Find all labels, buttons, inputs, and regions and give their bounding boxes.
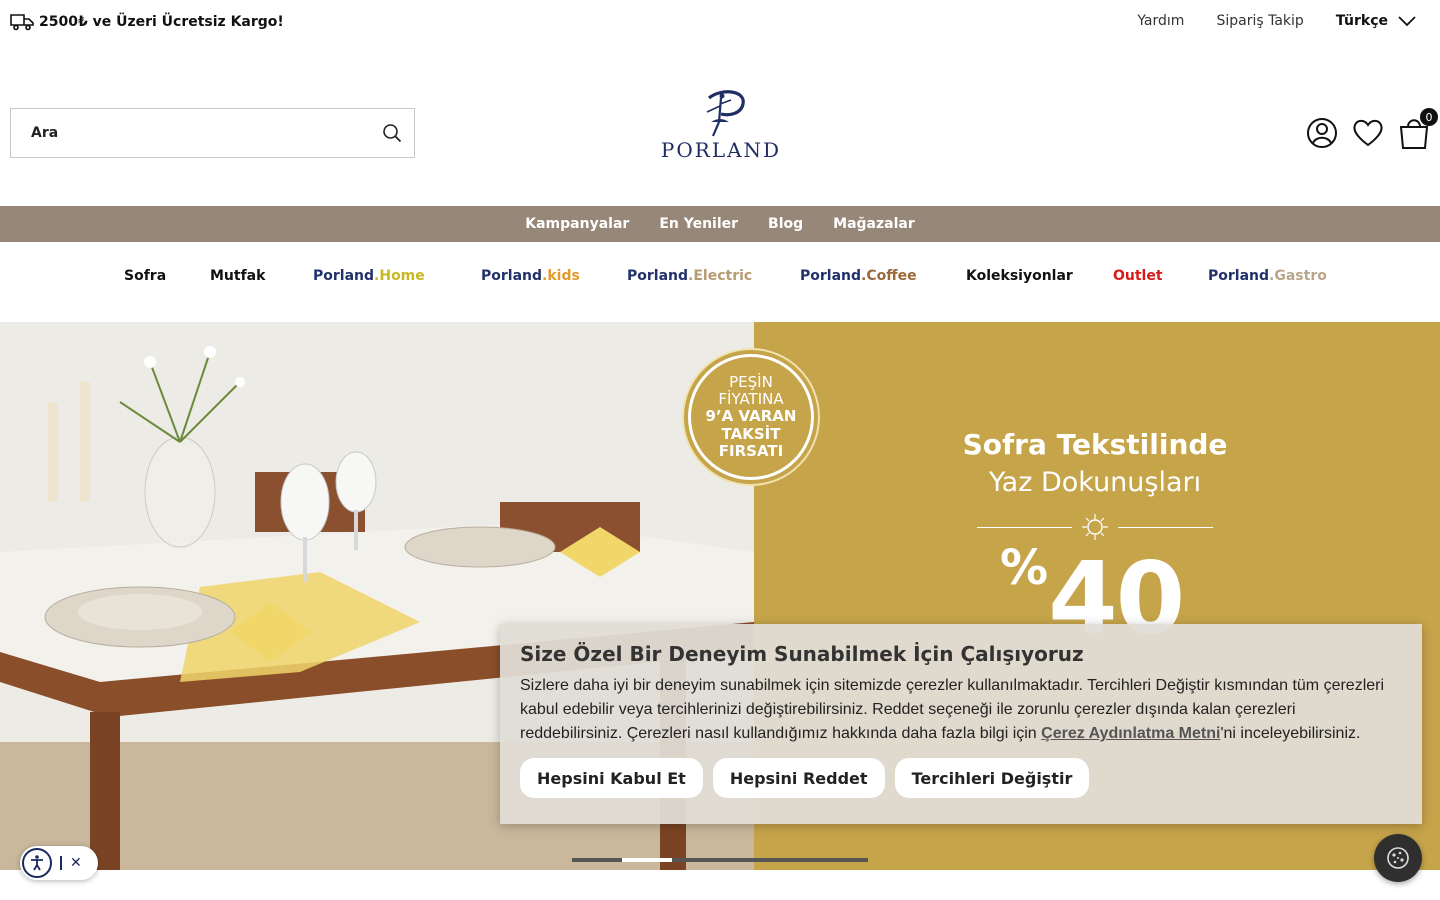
carousel-active-indicator: [622, 858, 672, 862]
nav-blog[interactable]: Blog: [768, 216, 803, 232]
installment-badge: PEŞİN FİYATINA 9’A VARAN TAKSİT FIRSATI: [688, 354, 814, 480]
category-koleksiyonlar[interactable]: Koleksiyonlar: [966, 268, 1073, 284]
accept-all-button[interactable]: Hepsini Kabul Et: [520, 758, 703, 798]
cookie-body-text-end: 'ni inceleyebilirsiniz.: [1220, 725, 1361, 742]
brand-suffix: .Home: [374, 268, 425, 284]
help-link[interactable]: Yardım: [1137, 13, 1184, 29]
brand-name: Porland: [627, 268, 689, 284]
accessibility-widget[interactable]: ✕: [20, 846, 98, 880]
percent-sign: %: [1000, 540, 1049, 596]
category-nav: Sofra Mutfak Porland.Home Porland.kids P…: [0, 256, 1440, 296]
change-preferences-button[interactable]: Tercihleri Değiştir: [894, 758, 1090, 798]
cookie-body: Sizlere daha iyi bir deneyim sunabilmek …: [520, 674, 1402, 746]
brand-suffix: .Coffee: [861, 268, 917, 284]
cookie-settings-button[interactable]: [1374, 834, 1422, 882]
secondary-nav: Kampanyalar En Yeniler Blog Mağazalar: [0, 206, 1440, 242]
badge-line: FIRSATI: [718, 441, 784, 460]
user-icon: [1307, 118, 1337, 148]
divider: [960, 512, 1230, 542]
category-porland-home[interactable]: Porland.Home: [313, 268, 425, 284]
language-label: Türkçe: [1335, 13, 1388, 29]
ballerina-logo-icon: [706, 90, 745, 137]
brand-name: Porland: [481, 268, 543, 284]
carousel-progress[interactable]: [572, 858, 868, 862]
cart-button[interactable]: 0: [1398, 108, 1438, 150]
cart-count-badge: 0: [1420, 108, 1438, 126]
category-porland-kids[interactable]: Porland.kids: [481, 268, 580, 284]
category-sofra[interactable]: Sofra: [124, 268, 166, 284]
nav-new-arrivals[interactable]: En Yeniler: [659, 216, 738, 232]
search-input[interactable]: [31, 125, 382, 141]
porland-logo[interactable]: PORLAND: [650, 88, 792, 168]
brand-name: Porland: [1208, 268, 1270, 284]
order-tracking-link[interactable]: Sipariş Takip: [1216, 13, 1303, 29]
top-bar: 2500₺ ve Üzeri Ücretsiz Kargo! Yardım Si…: [0, 0, 1440, 44]
cookie-icon: [1387, 847, 1409, 869]
badge-line: 9’A VARAN: [705, 407, 797, 426]
close-icon[interactable]: ✕: [70, 855, 82, 871]
category-outlet[interactable]: Outlet: [1113, 268, 1163, 284]
language-selector[interactable]: Türkçe: [1336, 13, 1416, 29]
free-shipping-notice: 2500₺ ve Üzeri Ücretsiz Kargo!: [10, 13, 284, 31]
chevron-down-icon: [1398, 16, 1416, 27]
category-porland-coffee[interactable]: Porland.Coffee: [800, 268, 917, 284]
promo-text: Sofra Tekstilinde Yaz Dokunuşları: [960, 428, 1230, 542]
sun-icon: [1082, 514, 1108, 540]
promo-title: Sofra Tekstilinde: [962, 428, 1228, 461]
cookie-policy-link[interactable]: Çerez Aydınlatma Metni: [1041, 725, 1220, 742]
cookie-title: Size Özel Bir Deneyim Sunabilmek İçin Ça…: [520, 642, 1084, 666]
logo-wordmark: PORLAND: [660, 138, 782, 162]
cookie-consent-dialog: Size Özel Bir Deneyim Sunabilmek İçin Ça…: [500, 624, 1422, 824]
brand-suffix: .Gastro: [1269, 268, 1327, 284]
brand-suffix: .Electric: [688, 268, 753, 284]
category-porland-gastro[interactable]: Porland.Gastro: [1208, 268, 1327, 284]
badge-line: TAKSİT: [721, 424, 781, 443]
reject-all-button[interactable]: Hepsini Reddet: [712, 758, 885, 798]
wishlist-button[interactable]: [1352, 116, 1384, 150]
brand-suffix: .kids: [542, 268, 580, 284]
search-box[interactable]: [10, 108, 415, 158]
account-button[interactable]: [1306, 116, 1338, 150]
free-shipping-text: 2500₺ ve Üzeri Ücretsiz Kargo!: [39, 14, 284, 30]
accessibility-icon[interactable]: [22, 848, 52, 878]
truck-icon: [10, 14, 34, 31]
heart-icon: [1353, 119, 1383, 147]
badge-line: FİYATINA: [718, 390, 784, 409]
promo-subtitle: Yaz Dokunuşları: [988, 467, 1202, 498]
category-porland-electric[interactable]: Porland.Electric: [627, 268, 752, 284]
divider: [60, 856, 62, 870]
search-icon[interactable]: [382, 123, 402, 143]
brand-name: Porland: [800, 268, 862, 284]
nav-stores[interactable]: Mağazalar: [833, 216, 915, 232]
category-mutfak[interactable]: Mutfak: [210, 268, 265, 284]
header-actions: 0: [1306, 108, 1438, 150]
badge-line: PEŞİN: [729, 372, 773, 391]
brand-name: Porland: [313, 268, 375, 284]
nav-campaigns[interactable]: Kampanyalar: [525, 216, 629, 232]
